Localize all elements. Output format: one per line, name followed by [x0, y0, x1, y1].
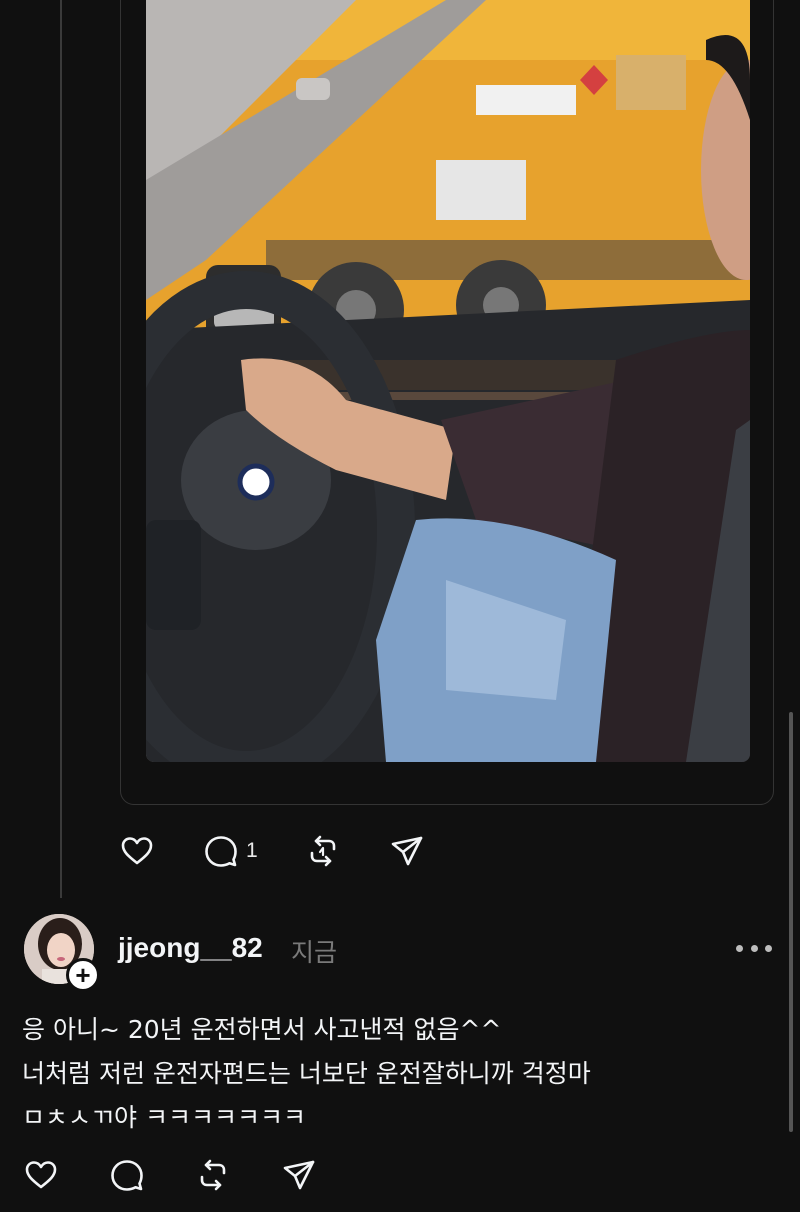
reply-like-button[interactable]: [22, 1156, 60, 1194]
scrollbar[interactable]: [789, 712, 793, 1132]
post-photo[interactable]: [146, 0, 750, 762]
more-icon-dot: [736, 944, 743, 952]
reply-line: 응 아니~ 20년 운전하면서 사고낸적 없음^^: [22, 1015, 502, 1044]
reply-body: 응 아니~ 20년 운전하면서 사고낸적 없음^^ 너처럼 저런 운전자편드는 …: [22, 1008, 782, 1140]
comment-icon: [111, 1160, 143, 1191]
send-icon: [283, 1160, 315, 1190]
heart-icon: [121, 837, 153, 865]
comment-icon: [205, 836, 237, 867]
plus-icon: +: [75, 960, 91, 990]
repost-icon: [200, 1159, 226, 1191]
reply-actions: [22, 1156, 366, 1194]
comment-button[interactable]: 1: [202, 832, 258, 870]
more-options-button[interactable]: [736, 938, 772, 958]
reply-timestamp: 지금: [291, 938, 338, 967]
send-icon: [391, 836, 422, 866]
like-button[interactable]: [118, 832, 156, 870]
reply-username[interactable]: jjeong__82: [118, 932, 263, 964]
more-icon-dot: [765, 944, 772, 952]
reply-repost-button[interactable]: [194, 1156, 232, 1194]
follow-button[interactable]: +: [66, 958, 100, 992]
post-actions: 1: [118, 832, 472, 870]
reply-line: ㅁㅊㅅㄲ야 ㅋㅋㅋㅋㅋㅋㅋ: [22, 1103, 306, 1132]
more-icon-dot: [750, 944, 758, 952]
threads-post-view: 1 + jjeong__82 지금 응 아니~ 20년 운전하면서 사고낸적 없…: [0, 0, 800, 1212]
heart-icon: [25, 1161, 57, 1189]
repost-button[interactable]: [304, 832, 342, 870]
thread-connector-line: [60, 0, 62, 898]
comment-count: 1: [246, 839, 258, 862]
repost-icon: [310, 835, 335, 867]
reply-comment-button[interactable]: [108, 1156, 146, 1194]
reply-share-button[interactable]: [280, 1156, 318, 1194]
reply-line: 너처럼 저런 운전자편드는 너보단 운전잘하니까 걱정마: [22, 1059, 591, 1088]
share-button[interactable]: [388, 832, 426, 870]
